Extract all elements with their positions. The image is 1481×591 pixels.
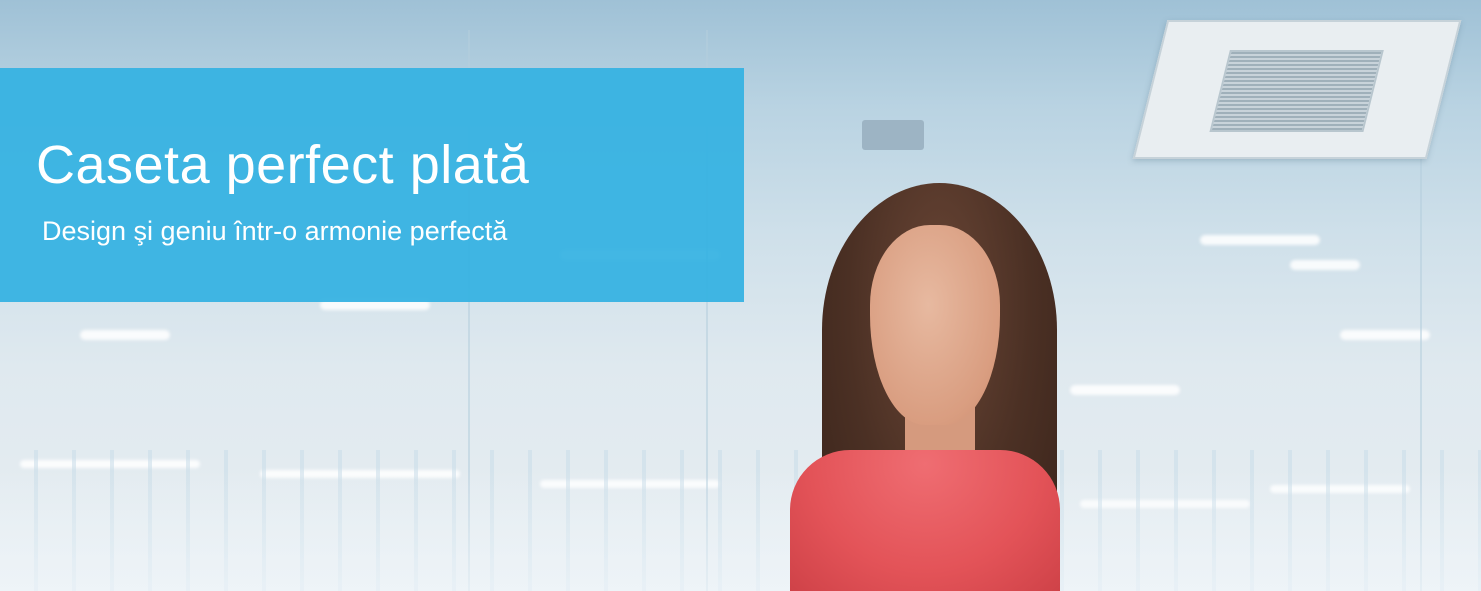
ceiling-light	[1340, 330, 1430, 340]
headline-subtitle: Design şi geniu într-o armonie perfectă	[42, 216, 508, 246]
ceiling-light	[80, 330, 170, 340]
cassette-grille	[1209, 50, 1384, 132]
woman-shirt	[790, 450, 1060, 591]
ceiling-light	[1200, 235, 1320, 245]
floor-glow	[0, 470, 1481, 591]
ceiling-cassette-unit	[1132, 20, 1462, 159]
headline-title: Caseta perfect plată	[36, 135, 530, 195]
ceiling-light	[1070, 385, 1180, 395]
woman-face	[870, 225, 1000, 425]
door-handle	[862, 120, 924, 150]
ceiling-light	[1290, 260, 1360, 270]
